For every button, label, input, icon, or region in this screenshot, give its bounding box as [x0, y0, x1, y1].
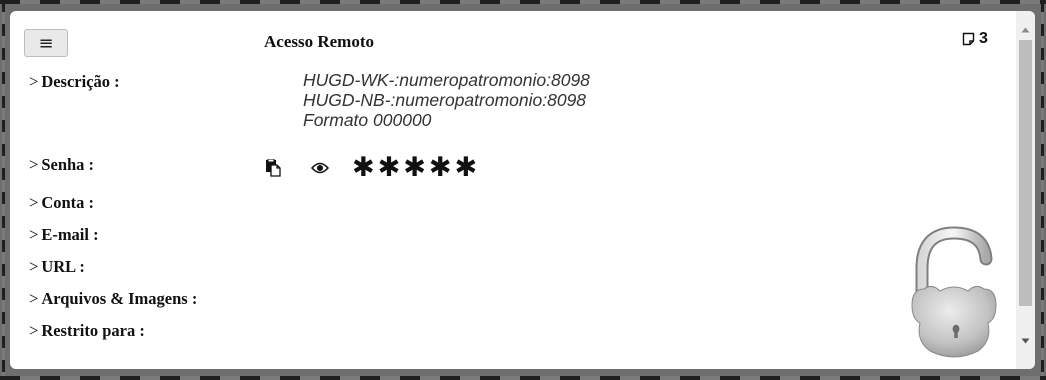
description-line: HUGD-NB-:numeropatromonio:8098 [303, 90, 587, 110]
left-border [2, 0, 5, 380]
eye-icon [311, 162, 329, 174]
scroll-up-arrow-icon [1021, 27, 1030, 32]
copy-icon [266, 159, 281, 177]
notes-button[interactable]: 3 [962, 30, 988, 48]
description-line: Formato 000000 [303, 110, 432, 130]
hamburger-icon: ≡ [38, 33, 54, 54]
chevron-right-icon: > [29, 225, 39, 244]
scroll-thumb[interactable] [1019, 40, 1032, 306]
menu-button[interactable]: ≡ [24, 29, 68, 57]
open-padlock-icon [911, 226, 997, 358]
scroll-down-arrow-icon [1021, 338, 1030, 343]
note-icon [962, 32, 975, 46]
vertical-scrollbar[interactable] [1016, 11, 1035, 369]
description-text: HUGD-WK-:numeropatromonio:8098 HUGD-NB-:… [303, 70, 590, 130]
chevron-right-icon: > [29, 289, 39, 308]
field-label-restrito: > Restrito para : [29, 321, 145, 340]
copy-password-button[interactable] [258, 153, 288, 183]
field-label-url: > URL : [29, 257, 85, 276]
field-label-email: > E-mail : [29, 225, 99, 244]
chevron-right-icon: > [29, 257, 39, 276]
field-label-senha: > Senha : [29, 155, 95, 174]
bottom-border [0, 376, 1046, 380]
description-line: HUGD-WK-:numeropatromonio:8098 [303, 70, 590, 90]
chevron-right-icon: > [29, 321, 39, 340]
remote-access-card: ≡ Acesso Remoto 3 > Descrição : HUGD-WK-:… [10, 11, 1035, 369]
right-border [1041, 0, 1044, 380]
scroll-down-button[interactable] [1016, 332, 1035, 349]
chevron-right-icon: > [29, 193, 39, 212]
field-label-arquivos: > Arquivos & Imagens : [29, 289, 198, 308]
reveal-password-button[interactable] [305, 153, 335, 183]
field-label-conta: > Conta : [29, 193, 95, 212]
chevron-right-icon: > [29, 155, 39, 174]
scroll-up-button[interactable] [1016, 21, 1035, 38]
top-border [0, 0, 1046, 4]
notes-count: 3 [979, 30, 988, 47]
masked-password: ✱✱✱✱✱ [352, 152, 481, 183]
chevron-right-icon: > [29, 72, 39, 91]
field-label-descricao: > Descrição : [29, 72, 120, 91]
card-title: Acesso Remoto [264, 32, 374, 51]
